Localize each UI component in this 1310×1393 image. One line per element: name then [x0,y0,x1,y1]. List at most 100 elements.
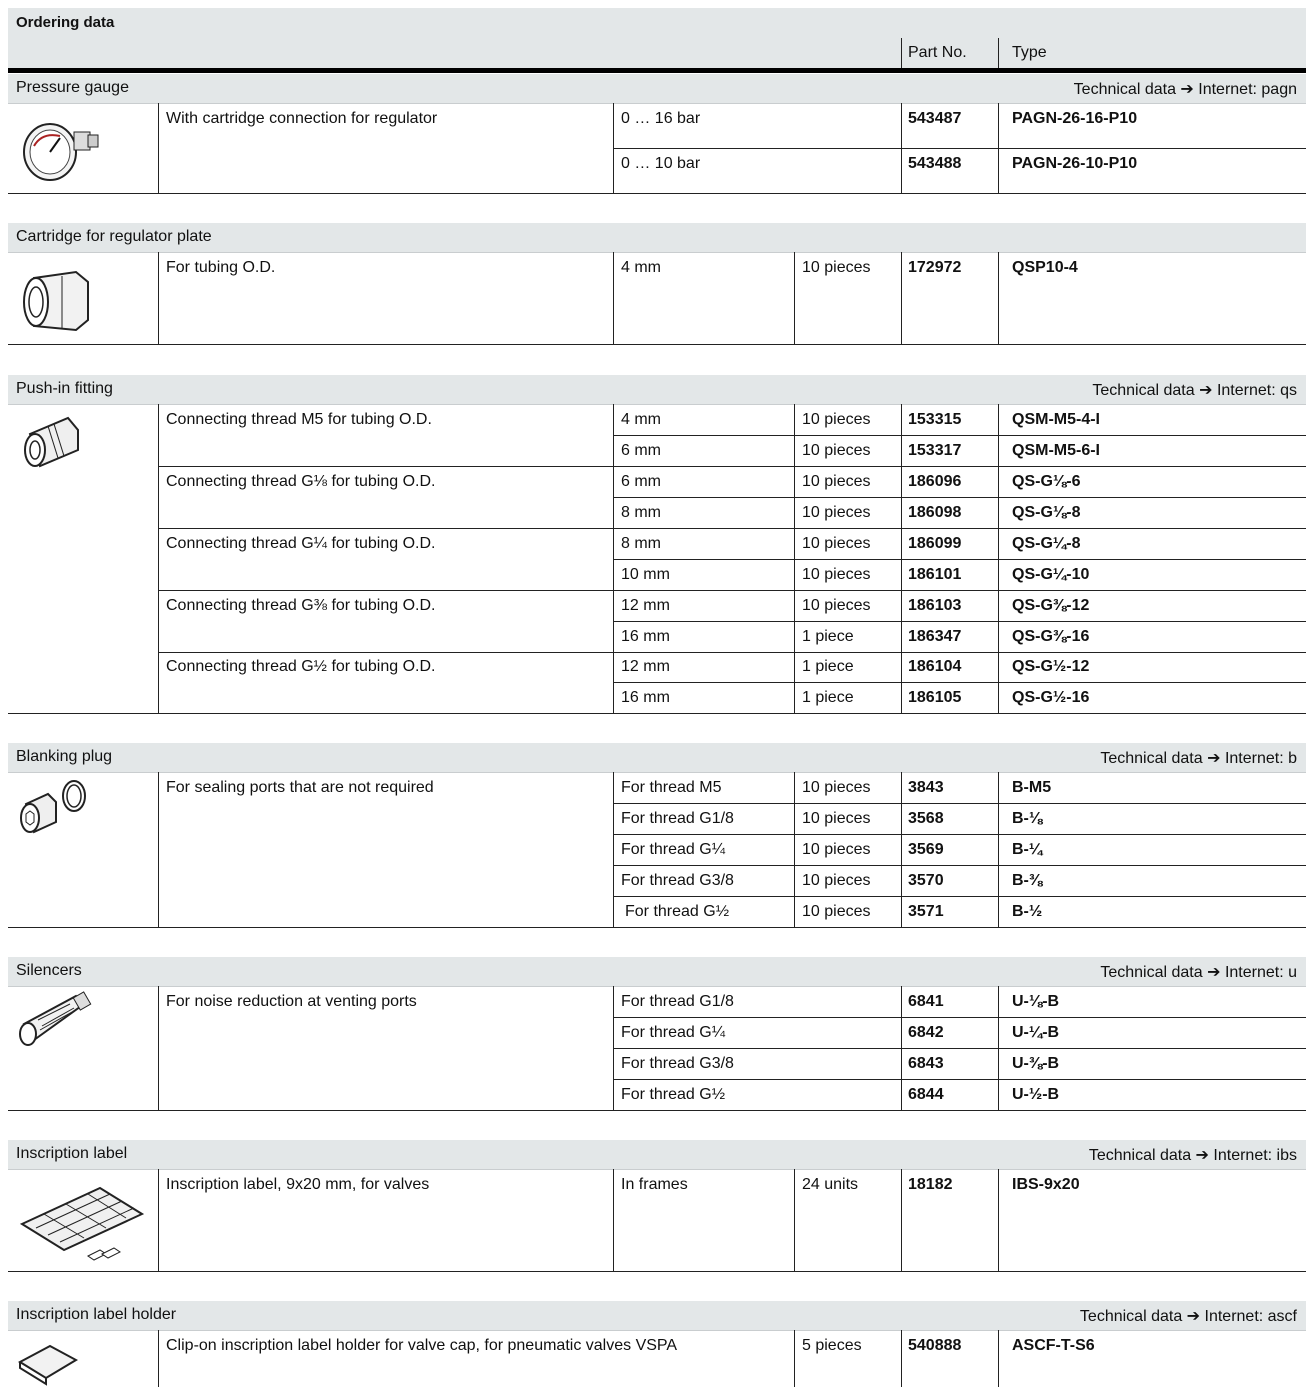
label-holder-image [16,1338,86,1393]
quantity-cell: 10 pieces [802,566,871,583]
spec-cell: 4 mm [621,259,661,276]
spec-cell: For thread G¼ [621,841,726,858]
type-code: U-¼-B [1012,1024,1060,1041]
quantity-cell: 1 piece [802,628,854,645]
description: With cartridge connection for regulator [166,110,438,127]
section-title: Silencers [16,962,82,979]
blanking-plug-image [12,778,102,843]
type-code: PAGN-26-16-P10 [1012,110,1138,127]
spec-cell: 0 … 16 bar [621,110,701,127]
part-number: 186098 [908,504,962,521]
section-bar-pressure-gauge: Pressure gauge Technical data ➔ Internet… [8,74,1306,104]
part-number: 543488 [908,155,962,172]
part-number: 172972 [908,259,962,276]
section-title: Inscription label [16,1145,128,1162]
quantity-cell: 10 pieces [802,259,871,276]
section-bar-cartridge: Cartridge for regulator plate [8,223,1306,253]
technical-data-link[interactable]: Technical data ➔ Internet: ibs [1089,1145,1297,1165]
spec-cell: For thread G½ [621,1086,726,1103]
spec-cell: For thread G½ [625,903,730,920]
quantity-cell: 10 pieces [802,535,871,552]
part-number: 3568 [908,810,944,827]
spec-cell: 12 mm [621,658,670,675]
section-title: Cartridge for regulator plate [16,228,212,245]
spec-cell: For thread M5 [621,779,722,796]
quantity-cell: 10 pieces [802,872,871,889]
part-number: 18182 [908,1176,953,1193]
part-number: 6841 [908,993,944,1010]
quantity-cell: 10 pieces [802,779,871,796]
divider [901,38,902,68]
section-bar-blanking-plug: Blanking plug Technical data ➔ Internet:… [8,743,1306,773]
spec-cell: 16 mm [621,628,670,645]
section-title: Blanking plug [16,748,113,765]
spec-cell: 10 mm [621,566,670,583]
part-number: 6843 [908,1055,944,1072]
description: For sealing ports that are not required [166,779,434,796]
part-number: 186105 [908,689,962,706]
description: Inscription label, 9x20 mm, for valves [166,1176,430,1193]
part-number: 6842 [908,1024,944,1041]
technical-data-link[interactable]: Technical data ➔ Internet: qs [1092,380,1297,400]
technical-data-link[interactable]: Technical data ➔ Internet: b [1100,748,1297,768]
quantity-cell: 10 pieces [802,442,871,459]
part-number: 186104 [908,658,962,675]
section-bar-silencers: Silencers Technical data ➔ Internet: u [8,957,1306,987]
type-code: U-⅜-B [1012,1055,1060,1072]
type-code: PAGN-26-10-P10 [1012,155,1138,172]
spec-cell: 6 mm [621,473,661,490]
technical-data-link[interactable]: Technical data ➔ Internet: u [1100,962,1297,982]
type-code: ASCF-T-S6 [1012,1337,1095,1354]
type-code: B-¼ [1012,841,1043,858]
description: Connecting thread G½ for tubing O.D. [166,658,436,675]
description: Connecting thread G¼ for tubing O.D. [166,535,436,552]
pressure-gauge-image [16,112,100,189]
part-number: 540888 [908,1337,962,1354]
part-number: 186347 [908,628,962,645]
part-number: 543487 [908,110,962,127]
description: Clip-on inscription label holder for val… [166,1337,678,1354]
type-code: QS-G⅛-6 [1012,473,1081,490]
spec-cell: For thread G3/8 [621,872,734,889]
type-code: U-½-B [1012,1086,1060,1103]
quantity-cell: 10 pieces [802,841,871,858]
type-code: QSP10-4 [1012,259,1078,276]
section-bar-inscription-label: Inscription label Technical data ➔ Inter… [8,1140,1306,1170]
type-code: QSM-M5-6-I [1012,442,1100,459]
spec-cell: For thread G1/8 [621,810,734,827]
part-number: 186099 [908,535,962,552]
part-number: 3843 [908,779,944,796]
section-title: Push-in fitting [16,380,113,397]
quantity-cell: 1 piece [802,689,854,706]
spec-cell: For thread G3/8 [621,1055,734,1072]
type-code: QS-G½-16 [1012,689,1090,706]
quantity-cell: 10 pieces [802,597,871,614]
type-code: B-M5 [1012,779,1052,796]
type-code: B-⅛ [1012,810,1043,827]
part-number: 153315 [908,411,962,428]
header-type: Type [1012,44,1047,61]
silencer-image [14,990,104,1059]
spec-cell: 6 mm [621,442,661,459]
part-number: 3571 [908,903,944,920]
type-code: QS-G½-12 [1012,658,1090,675]
quantity-cell: 10 pieces [802,903,871,920]
push-in-fitting-image [14,412,98,477]
description: Connecting thread M5 for tubing O.D. [166,411,432,428]
type-code: QS-G¼-10 [1012,566,1090,583]
spec-cell: For thread G¼ [621,1024,726,1041]
technical-data-link[interactable]: Technical data ➔ Internet: pagn [1074,79,1297,99]
type-code: QSM-M5-4-I [1012,411,1100,428]
type-code: QS-G¼-8 [1012,535,1081,552]
spec-cell: In frames [621,1176,688,1193]
divider [998,38,999,68]
type-code: B-½ [1012,903,1043,920]
table-title-bar: Ordering data [8,8,1306,38]
spec-cell: 8 mm [621,504,661,521]
spec-cell: 12 mm [621,597,670,614]
technical-data-link[interactable]: Technical data ➔ Internet: ascf [1080,1306,1297,1326]
spec-cell: 8 mm [621,535,661,552]
description: Connecting thread G⅜ for tubing O.D. [166,597,436,614]
description: Connecting thread G⅛ for tubing O.D. [166,473,436,490]
header-part-no: Part No. [908,44,967,61]
